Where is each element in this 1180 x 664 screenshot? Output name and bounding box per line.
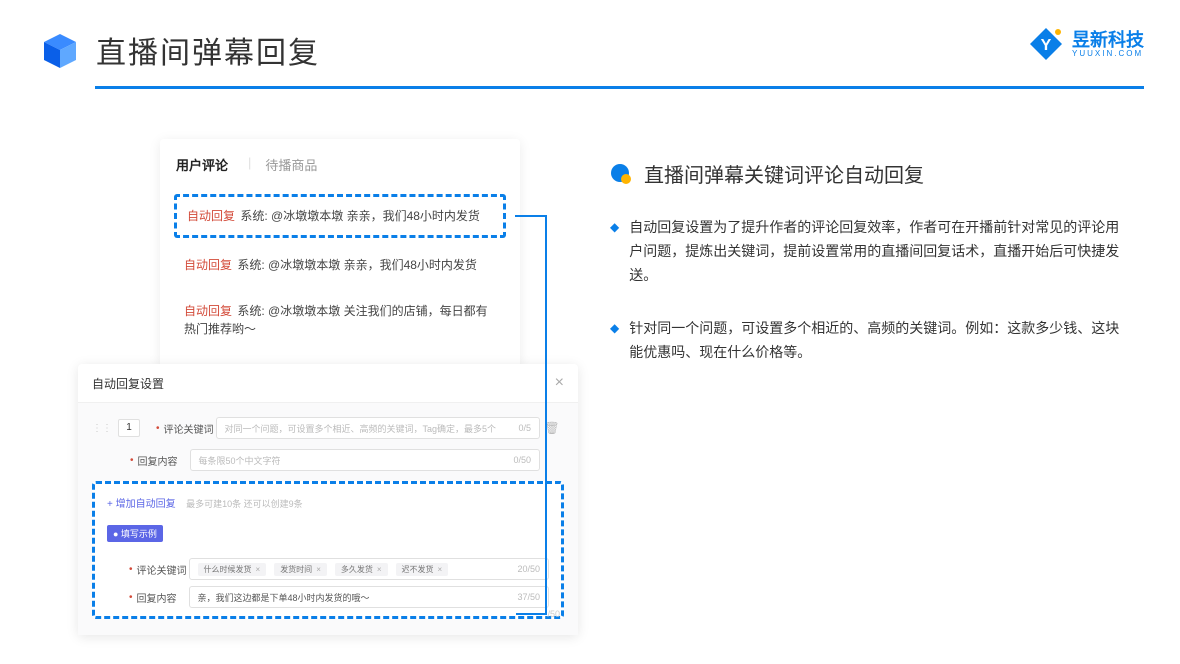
comment-text: @冰墩墩本墩 亲亲，我们48小时内发货 <box>268 258 477 272</box>
bullet-item: ◆ 自动回复设置为了提升作者的评论回复效率，作者可在开播前针对常见的评论用户问题… <box>610 216 1130 287</box>
sys-prefix: 系统: <box>237 304 264 318</box>
autoreply-tag: 自动回复 <box>184 258 232 272</box>
diamond-icon: ◆ <box>610 216 619 287</box>
bullet-item: ◆ 针对同一个问题，可设置多个相近的、高频的关键词。例如：这款多少钱、这块能优惠… <box>610 317 1130 365</box>
add-autoreply-link[interactable]: + 增加自动回复 <box>107 495 176 510</box>
comment-text: @冰墩墩本墩 亲亲，我们48小时内发货 <box>271 209 480 223</box>
connector-line <box>545 215 547 615</box>
svg-text:Y: Y <box>1041 37 1052 54</box>
tag-chip[interactable]: 多久发货× <box>335 563 388 576</box>
ex-content-label: 回复内容 <box>137 590 189 605</box>
settings-title: 自动回复设置 <box>92 375 164 392</box>
add-hint: 最多可建10条 还可以创建9条 <box>186 499 303 509</box>
ex-keyword-label: 评论关键词 <box>137 562 189 577</box>
tab-user-comments[interactable]: 用户评论 <box>176 155 228 174</box>
brand-sub: YUUXIN.COM <box>1072 49 1144 58</box>
tag-chip[interactable]: 发货时间× <box>274 563 327 576</box>
connector-line <box>515 215 547 217</box>
comments-card: 用户评论 | 待播商品 自动回复 系统: @冰墩墩本墩 亲亲，我们48小时内发货… <box>160 139 520 370</box>
keyword-label: 评论关键词 <box>164 421 216 436</box>
settings-card: 自动回复设置 × ⋮⋮ 1 • 评论关键词 对同一个问题，可设置多个相近、高频的… <box>78 364 578 635</box>
bullet-text: 自动回复设置为了提升作者的评论回复效率，作者可在开播前针对常见的评论用户问题，提… <box>629 216 1120 287</box>
section-title: 直播间弹幕关键词评论自动回复 <box>644 159 924 188</box>
example-badge: ● 填写示例 <box>107 525 163 542</box>
autoreply-tag: 自动回复 <box>187 209 235 223</box>
close-icon[interactable]: × <box>555 374 564 392</box>
section-bullet-icon <box>610 163 632 185</box>
comment-item-highlighted: 自动回复 系统: @冰墩墩本墩 亲亲，我们48小时内发货 <box>174 194 506 238</box>
delete-icon[interactable]: 🗑 <box>540 421 564 435</box>
bullet-text: 针对同一个问题，可设置多个相近的、高频的关键词。例如：这款多少钱、这块能优惠吗、… <box>629 317 1120 365</box>
tab-pending-products[interactable]: 待播商品 <box>265 155 317 174</box>
ex-keyword-input[interactable]: 什么时候发货× 发货时间× 多久发货× 迟不发货× 20/50 <box>189 558 549 580</box>
connector-line <box>516 613 546 615</box>
content-input[interactable]: 每条限50个中文字符0/50 <box>190 449 540 471</box>
brand-logo: Y 昱新科技 YUUXIN.COM <box>1028 26 1144 62</box>
autoreply-tag: 自动回复 <box>184 304 232 318</box>
content-label: 回复内容 <box>138 453 190 468</box>
sys-prefix: 系统: <box>240 209 267 223</box>
diamond-icon: ◆ <box>610 317 619 365</box>
tag-chip[interactable]: 什么时候发货× <box>198 563 267 576</box>
comment-item: 自动回复 系统: @冰墩墩本墩 关注我们的店铺，每日都有热门推荐哟～ <box>174 292 506 348</box>
cube-icon <box>40 30 80 70</box>
comment-item: 自动回复 系统: @冰墩墩本墩 亲亲，我们48小时内发货 <box>174 246 506 284</box>
page-title: 直播间弹幕回复 <box>96 28 320 72</box>
row-number: 1 <box>118 419 140 437</box>
keyword-input[interactable]: 对同一个问题，可设置多个相近、高频的关键词，Tag确定，最多5个0/5 <box>216 417 540 439</box>
outer-counter: /50 <box>547 609 560 619</box>
brand-name: 昱新科技 <box>1072 31 1144 49</box>
drag-handle-icon[interactable]: ⋮⋮ <box>92 423 112 434</box>
ex-content-input[interactable]: 亲，我们这边都是下单48小时内发货的哦～37/50 <box>189 586 549 608</box>
sys-prefix: 系统: <box>237 258 264 272</box>
tag-chip[interactable]: 迟不发货× <box>396 563 449 576</box>
example-box: + 增加自动回复 最多可建10条 还可以创建9条 ● 填写示例 • 评论关键词 … <box>92 481 564 619</box>
